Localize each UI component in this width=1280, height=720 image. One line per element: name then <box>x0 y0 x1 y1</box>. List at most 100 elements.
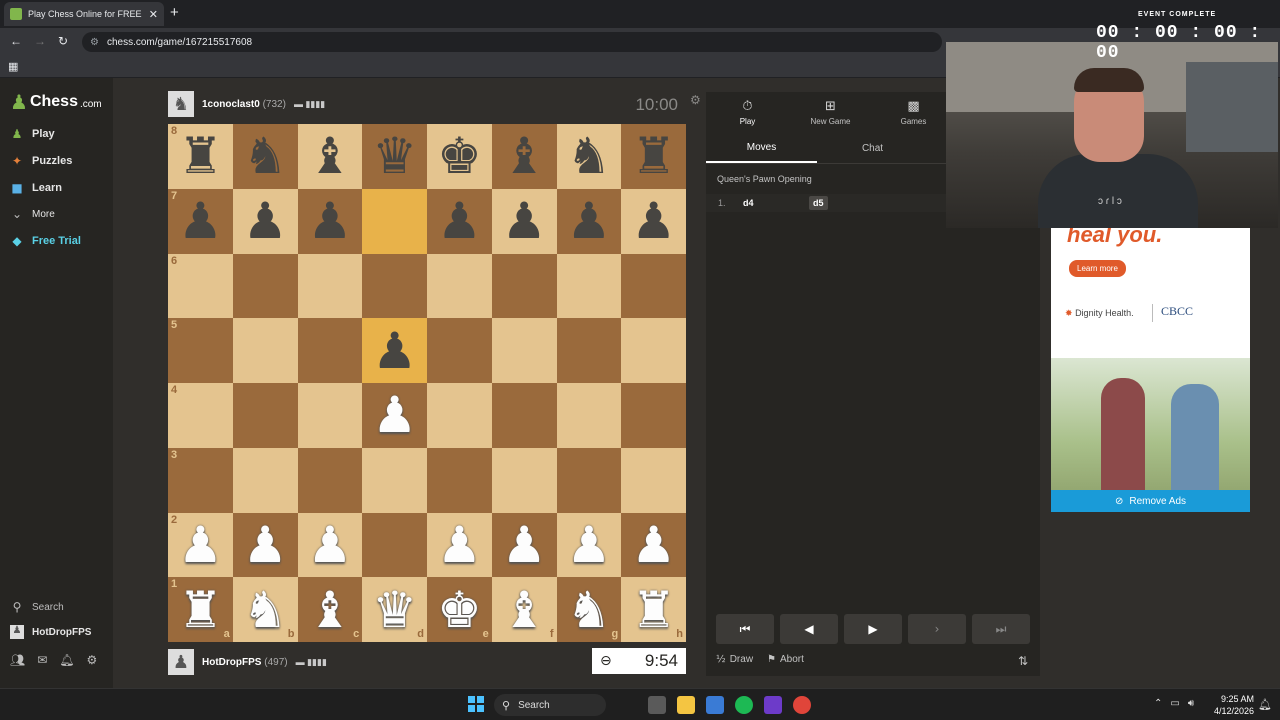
white-queen-piece[interactable]: ♛ <box>372 585 417 635</box>
settings-gear-icon[interactable]: ⚙ <box>87 653 98 667</box>
square-d5[interactable]: ♟ <box>362 318 427 383</box>
black-rook-piece[interactable]: ♜ <box>631 131 676 181</box>
windows-start-icon[interactable] <box>468 696 484 712</box>
url-field[interactable]: ⚙ chess.com/game/167215517608 <box>82 32 942 52</box>
abort-button[interactable]: ⚑ Abort <box>767 654 804 665</box>
notifications-icon[interactable]: 🔔︎ <box>59 653 74 667</box>
player-username[interactable]: HotDropFPS <box>202 657 261 668</box>
white-pawn-piece[interactable]: ♟ <box>307 520 352 570</box>
square-d2[interactable] <box>362 512 427 578</box>
black-pawn-piece[interactable]: ♟ <box>437 196 482 246</box>
black-queen-piece[interactable]: ♛ <box>372 131 417 181</box>
square-d1[interactable]: d ♛ <box>362 577 427 642</box>
black-move[interactable]: d5 <box>809 196 828 210</box>
opponent-name[interactable]: 1conoclast0 (732) <box>202 99 286 110</box>
black-pawn-piece[interactable]: ♟ <box>243 196 288 246</box>
sidebar-item-more[interactable]: ⌄ More <box>10 204 55 224</box>
square-a7[interactable]: 7 ♟ <box>168 188 233 254</box>
last-move-button[interactable]: ⏭︎ <box>972 614 1030 644</box>
square-f4[interactable] <box>491 383 557 448</box>
sidebar-item-free-trial[interactable]: ◆ Free Trial <box>10 231 81 251</box>
square-e6[interactable] <box>427 253 492 319</box>
sidebar-item-puzzles[interactable]: ✦ Puzzles <box>10 151 72 171</box>
taskbar-search[interactable]: ⚲ Search <box>494 694 606 716</box>
square-f5[interactable] <box>491 318 557 383</box>
white-pawn-piece[interactable]: ♟ <box>178 520 223 570</box>
square-a3[interactable]: 3 <box>168 447 233 513</box>
square-b5[interactable] <box>232 318 298 383</box>
square-c4[interactable] <box>297 383 363 448</box>
black-rook-piece[interactable]: ♜ <box>178 131 223 181</box>
square-d3[interactable] <box>362 447 427 513</box>
square-a8[interactable]: 8 ♜ <box>168 124 233 189</box>
square-e7[interactable]: ♟ <box>427 188 492 254</box>
square-a1[interactable]: 1 a ♜ <box>168 577 233 642</box>
square-e2[interactable]: ♟ <box>427 512 492 578</box>
black-knight-piece[interactable]: ♞ <box>566 131 611 181</box>
black-pawn-piece[interactable]: ♟ <box>307 196 352 246</box>
square-g4[interactable] <box>556 383 622 448</box>
chess-logo[interactable]: ♟ Chess .com <box>10 90 102 114</box>
square-f2[interactable]: ♟ <box>491 512 557 578</box>
opponent-avatar[interactable]: ♞ <box>168 91 194 117</box>
square-e5[interactable] <box>427 318 492 383</box>
square-a2[interactable]: 2 ♟ <box>168 512 233 578</box>
white-pawn-piece[interactable]: ♟ <box>437 520 482 570</box>
white-move[interactable]: d4 <box>743 198 809 208</box>
square-c1[interactable]: c ♝ <box>297 577 363 642</box>
notification-bell-icon[interactable]: 🔔︎ <box>1258 698 1272 711</box>
white-king-piece[interactable]: ♚ <box>437 585 482 635</box>
square-f6[interactable] <box>491 253 557 319</box>
subtab-moves[interactable]: Moves <box>706 134 817 163</box>
tray-chevron-icon[interactable]: ⌃ <box>1154 698 1162 709</box>
chess-board[interactable]: 8 ♜ ♞ ♝ ♛ ♚ ♝ ♞ ♜ 7 ♟ ♟ ♟ ♟ ♟ ♟ ♟ 6 5 ♟ 4 ♟ 3 2 ♟ ♟ ♟ ♟ ♟ ♟ ♟ 1 a ♜ b ♞ c ♝ d ♛… <box>168 124 686 642</box>
black-knight-piece[interactable]: ♞ <box>243 131 288 181</box>
network-icon[interactable]: ▭ <box>1170 698 1179 709</box>
square-b4[interactable] <box>232 383 298 448</box>
back-icon[interactable]: ← <box>10 34 22 48</box>
square-f1[interactable]: f ♝ <box>491 577 557 642</box>
square-h1[interactable]: h ♜ <box>621 577 686 642</box>
flip-board-icon[interactable]: ⇅ <box>1018 654 1028 668</box>
white-pawn-piece[interactable]: ♟ <box>631 520 676 570</box>
black-pawn-piece[interactable]: ♟ <box>502 196 547 246</box>
chrome-icon[interactable] <box>793 696 811 714</box>
spotify-icon[interactable] <box>735 696 753 714</box>
white-rook-piece[interactable]: ♜ <box>178 585 223 635</box>
white-pawn-piece[interactable]: ♟ <box>243 520 288 570</box>
draw-button[interactable]: ½ Draw <box>716 654 753 665</box>
task-view-icon[interactable] <box>648 696 666 714</box>
square-c3[interactable] <box>297 447 363 513</box>
first-move-button[interactable]: ⏮︎ <box>716 614 774 644</box>
square-g2[interactable]: ♟ <box>556 512 622 578</box>
forward-icon[interactable]: → <box>34 34 46 48</box>
square-b7[interactable]: ♟ <box>232 188 298 254</box>
square-g5[interactable] <box>556 318 622 383</box>
black-bishop-piece[interactable]: ♝ <box>307 131 352 181</box>
sidebar-item-learn[interactable]: ■ Learn <box>10 178 62 198</box>
square-g7[interactable]: ♟ <box>556 188 622 254</box>
square-d4[interactable]: ♟ <box>362 383 427 448</box>
file-explorer-icon[interactable] <box>677 696 695 714</box>
square-h4[interactable] <box>621 383 686 448</box>
square-g3[interactable] <box>556 447 622 513</box>
black-pawn-piece[interactable]: ♟ <box>178 196 223 246</box>
close-tab-icon[interactable]: ✕ <box>149 8 158 21</box>
white-pawn-piece[interactable]: ♟ <box>372 390 417 440</box>
square-d8[interactable]: ♛ <box>362 124 427 189</box>
tab-games[interactable]: ▩ Games <box>872 92 955 132</box>
reload-icon[interactable]: ↻ <box>58 34 68 48</box>
square-g6[interactable] <box>556 253 622 319</box>
square-d7[interactable] <box>362 188 427 254</box>
square-h2[interactable]: ♟ <box>621 512 686 578</box>
black-pawn-piece[interactable]: ♟ <box>566 196 611 246</box>
square-h7[interactable]: ♟ <box>621 188 686 254</box>
friends-icon[interactable]: 👥︎ <box>10 653 25 667</box>
square-d6[interactable] <box>362 253 427 319</box>
square-c7[interactable]: ♟ <box>297 188 363 254</box>
player-name[interactable]: HotDropFPS (497) <box>202 657 288 668</box>
square-h8[interactable]: ♜ <box>621 124 686 189</box>
notepad-icon[interactable] <box>706 696 724 714</box>
sidebar-search[interactable]: ⚲ Search <box>10 597 64 617</box>
square-b1[interactable]: b ♞ <box>232 577 298 642</box>
